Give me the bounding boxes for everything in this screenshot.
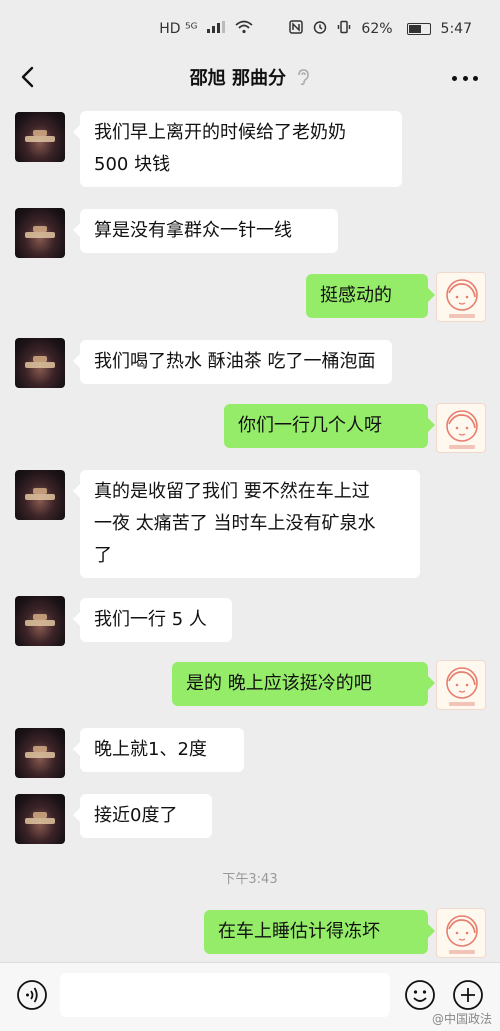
- message-line: 挺感动的: [320, 285, 392, 306]
- message-line: 在车上睡估计得冻坏: [218, 921, 380, 942]
- alarm-icon: [313, 20, 327, 38]
- battery-percent: 62%: [361, 21, 393, 37]
- vibrate-icon: [337, 20, 351, 38]
- contact-avatar[interactable]: [15, 470, 65, 520]
- girl-face-icon: [446, 410, 478, 449]
- user-avatar[interactable]: [436, 403, 486, 453]
- message-bubble-in[interactable]: 真的是收留了我们 要不然在车上过 一夜 太痛苦了 当时车上没有矿泉水 了: [73, 470, 420, 578]
- user-avatar[interactable]: [436, 660, 486, 710]
- contact-avatar[interactable]: [15, 728, 65, 778]
- message-bubble-out[interactable]: 你们一行几个人呀: [224, 404, 435, 448]
- contact-avatar[interactable]: [15, 112, 65, 162]
- message-line: 我们一行 5 人: [94, 609, 207, 630]
- message-bubble-out[interactable]: 在车上睡估计得冻坏: [204, 910, 435, 954]
- message-line: 我们早上离开的时候给了老奶奶: [94, 122, 346, 143]
- status-bar: HD ⁵ᴳ 62% 5:47: [0, 0, 500, 58]
- message-bubble-in[interactable]: 我们一行 5 人: [73, 598, 232, 642]
- girl-face-icon: [446, 279, 478, 318]
- chat-title-text: 邵旭 那曲分: [189, 68, 286, 89]
- message-line: 你们一行几个人呀: [238, 415, 382, 436]
- message-bubble-out[interactable]: 是的 晚上应该挺冷的吧: [172, 662, 435, 706]
- message-line: 一夜 太痛苦了 当时车上没有矿泉水: [94, 513, 376, 534]
- message-line: 500 块钱: [94, 154, 171, 175]
- signal-icon: [207, 21, 226, 37]
- user-avatar[interactable]: [436, 908, 486, 958]
- contact-avatar[interactable]: [15, 208, 65, 258]
- contact-avatar[interactable]: [15, 338, 65, 388]
- message-line: 接近0度了: [94, 805, 178, 826]
- message-line: 晚上就1、2度: [94, 739, 207, 760]
- message-line: 了: [94, 545, 112, 566]
- message-bubble-in[interactable]: 我们早上离开的时候给了老奶奶 500 块钱: [73, 111, 402, 187]
- wifi-icon: [235, 20, 254, 38]
- chat-title: 邵旭 那曲分: [0, 64, 500, 91]
- plus-icon[interactable]: [452, 979, 484, 1011]
- clock: 5:47: [440, 21, 472, 37]
- message-bubble-in[interactable]: 晚上就1、2度: [73, 728, 244, 772]
- message-bubble-in[interactable]: 我们喝了热水 酥油茶 吃了一桶泡面: [73, 340, 392, 384]
- input-bar: @中国政法: [0, 962, 500, 1031]
- message-line: 真的是收留了我们 要不然在车上过: [94, 481, 370, 502]
- nfc-icon: [289, 20, 304, 38]
- chat-header: 邵旭 那曲分: [0, 58, 500, 100]
- girl-face-icon: [446, 915, 478, 954]
- contact-avatar[interactable]: [15, 596, 65, 646]
- contact-avatar[interactable]: [15, 794, 65, 844]
- message-bubble-out[interactable]: 挺感动的: [306, 274, 435, 318]
- message-bubble-in[interactable]: 接近0度了: [73, 794, 212, 838]
- watermark: @中国政法: [431, 1012, 492, 1026]
- voice-icon[interactable]: [16, 979, 48, 1011]
- girl-face-icon: [446, 667, 478, 706]
- more-dots-icon[interactable]: [452, 68, 478, 88]
- emoji-icon[interactable]: [404, 979, 436, 1011]
- message-line: 我们喝了热水 酥油茶 吃了一桶泡面: [94, 351, 376, 372]
- user-avatar[interactable]: [436, 272, 486, 322]
- message-line: 算是没有拿群众一针一线: [94, 220, 292, 241]
- battery-icon: [406, 23, 431, 35]
- message-line: 是的 晚上应该挺冷的吧: [186, 673, 372, 694]
- ear-icon: [296, 68, 310, 91]
- message-input[interactable]: [60, 973, 390, 1017]
- network-indicator: HD ⁵ᴳ: [159, 21, 198, 37]
- message-bubble-in[interactable]: 算是没有拿群众一针一线: [73, 209, 338, 253]
- message-timestamp: 下午3:43: [222, 872, 278, 887]
